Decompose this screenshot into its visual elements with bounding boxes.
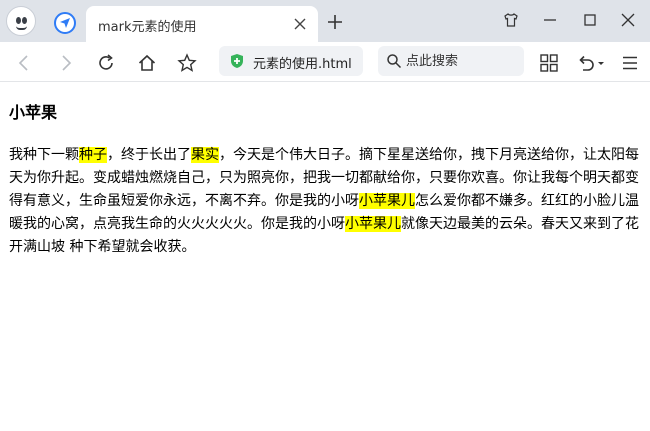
address-text: 元素的使用.html	[253, 57, 352, 72]
page-title: 小苹果	[9, 103, 58, 122]
avatar-eye	[16, 17, 21, 24]
tab-bar: mark元素的使用	[0, 0, 650, 42]
search-box[interactable]	[378, 46, 524, 76]
close-window-icon[interactable]	[620, 12, 636, 28]
close-icon[interactable]	[294, 18, 306, 30]
toolbar: 元素的使用.html	[0, 42, 650, 82]
apps-grid-icon[interactable]	[539, 53, 559, 73]
avatar-mouth	[16, 26, 27, 30]
lyrics-paragraph: 我种下一颗种子，终于长出了果实，今天是个伟大日子。摘下星星送给你，拽下月亮送给你…	[9, 144, 639, 259]
tab-active[interactable]: mark元素的使用	[86, 6, 318, 42]
new-tab-icon[interactable]	[328, 15, 342, 29]
shield-icon	[231, 54, 243, 68]
tshirt-icon[interactable]	[503, 12, 519, 28]
address-bar[interactable]: 元素的使用.html	[219, 46, 363, 76]
minimize-icon[interactable]	[542, 12, 558, 28]
avatar[interactable]	[6, 6, 36, 36]
home-icon[interactable]	[137, 53, 157, 73]
search-icon	[387, 54, 402, 69]
highlighted-text: 小苹果儿	[359, 193, 415, 209]
maximize-icon[interactable]	[582, 12, 598, 28]
avatar-eye	[22, 17, 27, 24]
menu-icon[interactable]	[620, 53, 640, 73]
back-icon[interactable]	[14, 53, 34, 73]
paragraph-text: 我种下一颗	[9, 147, 79, 163]
bookmark-star-icon[interactable]	[177, 53, 197, 73]
navigation-arrow-icon[interactable]	[54, 12, 76, 34]
page-content: 小苹果 我种下一颗种子，终于长出了果实，今天是个伟大日子。摘下星星送给你，拽下月…	[9, 84, 639, 259]
highlighted-text: 种子	[79, 147, 107, 163]
search-input[interactable]	[406, 51, 516, 71]
undo-icon[interactable]	[576, 53, 596, 73]
chevron-down-icon[interactable]	[597, 53, 605, 73]
reload-icon[interactable]	[96, 53, 116, 73]
forward-icon[interactable]	[56, 53, 76, 73]
highlighted-text: 果实	[191, 147, 219, 163]
highlighted-text: 小苹果儿	[345, 216, 401, 232]
paragraph-text: ，终于长出了	[107, 147, 191, 163]
tab-title: mark元素的使用	[98, 20, 197, 35]
